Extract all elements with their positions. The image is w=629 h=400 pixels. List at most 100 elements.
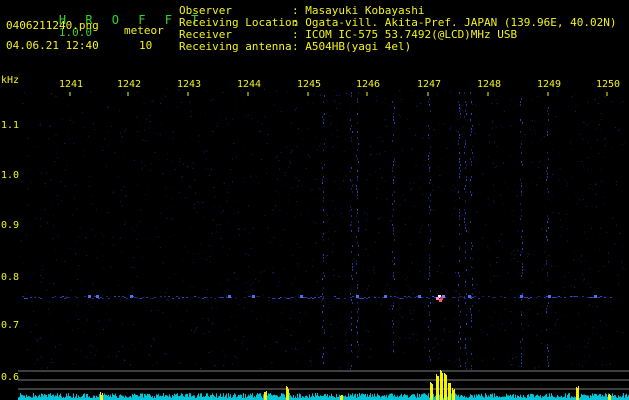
- signal-dot: [123, 185, 125, 187]
- spectrum-bar: [588, 395, 589, 400]
- spectrum-bar: [496, 395, 497, 400]
- signal-dot: [232, 363, 233, 365]
- signal-dot: [563, 336, 565, 338]
- signal-dot: [622, 331, 624, 333]
- signal-dot: [207, 300, 209, 302]
- spectrum-bar: [252, 393, 253, 400]
- signal-dot: [600, 337, 602, 339]
- signal-dot: [457, 313, 459, 315]
- signal-dot: [285, 350, 287, 352]
- spectrum-bar: [412, 394, 413, 400]
- signal-dot: [165, 292, 167, 293]
- signal-dot: [120, 201, 122, 202]
- signal-dot: [339, 321, 341, 323]
- signal-dot: [50, 333, 52, 335]
- carrier-dot: [464, 298, 466, 299]
- noise-column-dot: [357, 179, 358, 181]
- spectrum-peak: [266, 391, 267, 400]
- signal-dot: [598, 124, 600, 126]
- signal-dot: [432, 189, 434, 191]
- signal-dot: [177, 106, 178, 108]
- noise-column-dot: [351, 275, 352, 277]
- signal-dot: [324, 301, 326, 303]
- signal-dot: [212, 321, 214, 323]
- spectrum-bar: [249, 395, 250, 400]
- spectrum-bar: [69, 396, 70, 400]
- signal-dot: [54, 233, 56, 235]
- signal-dot: [187, 251, 189, 253]
- signal-dot: [305, 167, 307, 169]
- carrier-dot: [582, 296, 584, 297]
- signal-dot: [148, 354, 150, 356]
- carrier-dot: [182, 297, 184, 298]
- signal-dot: [331, 134, 333, 136]
- carrier-dot: [366, 298, 368, 299]
- signal-dot: [295, 177, 297, 179]
- signal-dot: [598, 97, 600, 99]
- signal-dot: [290, 334, 292, 336]
- signal-dot: [492, 121, 493, 123]
- signal-dot: [420, 103, 422, 105]
- signal-dot: [39, 275, 41, 276]
- signal-dot: [332, 215, 334, 217]
- signal-dot: [516, 195, 518, 197]
- spectrum-peak: [287, 387, 288, 400]
- carrier-dot: [186, 297, 188, 298]
- carrier-dot: [114, 296, 116, 297]
- noise-column-dot: [324, 113, 325, 115]
- noise-column-dot: [350, 293, 351, 295]
- signal-dot: [179, 158, 181, 160]
- signal-dot: [488, 134, 490, 136]
- signal-dot: [316, 281, 318, 283]
- signal-dot: [431, 185, 433, 187]
- carrier-dot: [150, 298, 152, 299]
- signal-dot: [57, 149, 59, 151]
- signal-dot: [378, 137, 380, 138]
- spectrum-bar: [260, 393, 261, 400]
- signal-dot: [225, 118, 227, 120]
- spectrum-peak: [444, 373, 445, 400]
- signal-dot: [351, 224, 353, 226]
- spectrum-bar: [524, 396, 525, 400]
- carrier-dot: [396, 297, 398, 298]
- noise-column-dot: [520, 131, 521, 133]
- signal-dot: [592, 327, 594, 329]
- spectrum-bar: [415, 396, 416, 400]
- signal-dot: [496, 262, 497, 263]
- noise-column-dot: [520, 254, 521, 256]
- carrier-dot: [378, 297, 380, 298]
- signal-dot: [410, 288, 412, 290]
- signal-dot: [266, 314, 268, 316]
- noise-column-dot: [471, 326, 472, 328]
- signal-dot: [463, 177, 465, 179]
- spectrum-bar: [413, 394, 414, 400]
- carrier-dot: [292, 297, 294, 298]
- signal-dot: [494, 311, 496, 313]
- carrier-dot: [168, 296, 170, 297]
- signal-dot: [309, 156, 311, 158]
- noise-column-dot: [471, 101, 472, 103]
- signal-dot: [231, 181, 233, 183]
- spectrum-bar: [354, 394, 355, 400]
- noise-column-dot: [430, 200, 431, 202]
- spectrum-bar: [300, 394, 301, 400]
- noise-column-dot: [471, 194, 472, 196]
- signal-dot: [141, 257, 143, 258]
- noise-column-dot: [428, 134, 429, 136]
- signal-dot: [234, 213, 236, 215]
- noise-column-dot: [548, 365, 549, 367]
- signal-dot: [551, 148, 553, 150]
- signal-dot: [289, 318, 291, 319]
- spectrum-bar: [530, 393, 531, 400]
- spectrum-bar: [68, 393, 69, 400]
- signal-dot: [370, 153, 372, 155]
- signal-dot: [527, 309, 529, 310]
- signal-dot: [286, 329, 287, 330]
- spectrum-bar: [93, 395, 94, 400]
- noise-column-dot: [472, 284, 473, 286]
- spectrum-bar: [240, 394, 241, 400]
- noise-column-dot: [350, 119, 351, 121]
- signal-dot: [86, 255, 88, 257]
- noise-column-dot: [546, 263, 547, 265]
- signal-dot: [415, 105, 417, 107]
